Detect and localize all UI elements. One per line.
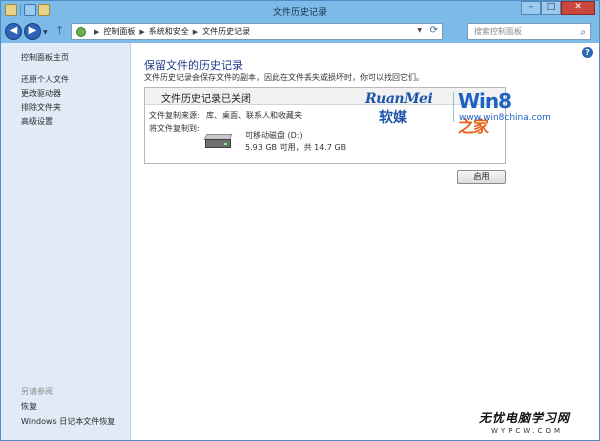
drive-free-space: 5.93 GB 可用，共 14.7 GB (245, 143, 347, 152)
ruanmei-win8-watermark: RuanMei 软媒 Win8之家 www.win8china.com (365, 89, 551, 136)
site-watermark-logo: 无忧电脑学习网 WYPCW.COM (475, 409, 599, 439)
search-icon[interactable]: ⌕ (580, 25, 586, 40)
sidebar-item-restore-files[interactable]: 还原个人文件 (21, 74, 69, 85)
up-arrow-icon[interactable]: ↑ (55, 25, 64, 37)
close-button[interactable]: ✕ (561, 1, 595, 15)
sidebar-item-exclude-folders[interactable]: 排除文件夹 (21, 102, 61, 113)
enable-button[interactable]: 启用 (457, 170, 506, 184)
watermark-url: www.win8china.com (459, 113, 551, 123)
sidebar-item-change-drive[interactable]: 更改驱动器 (21, 88, 61, 99)
file-history-status-panel: 文件历史记录已关闭 文件复制来源: 库、桌面、联系人和收藏夹 将文件复制到: 可… (144, 87, 551, 164)
watermark-brand-cn: 软媒 (379, 110, 407, 126)
navigation-bar: ◀ ▶ ▼ ↑ ▶ 控制面板 ▶ 系统和安全 ▶ 文件历史记录 ▼ ⟳ 搜索控制… (1, 21, 599, 43)
sidebar: 控制面板主页 还原个人文件 更改驱动器 排除文件夹 高级设置 另请参阅 恢复 W… (1, 43, 131, 440)
breadcrumb-control-panel[interactable]: 控制面板 (103, 26, 135, 37)
window-controls: – □ ✕ (521, 1, 595, 15)
watermark-brand-en: RuanMei (365, 91, 433, 107)
window-title: 文件历史记录 (272, 8, 327, 18)
breadcrumb-separator: ▶ (94, 27, 100, 36)
sidebar-item-advanced-settings[interactable]: 高级设置 (21, 116, 53, 127)
source-value: 库、桌面、联系人和收藏夹 (206, 111, 302, 120)
drive-name: 可移动磁盘 (D:) (245, 131, 303, 140)
destination-label: 将文件复制到: (149, 124, 200, 133)
status-title: 文件历史记录已关闭 (161, 94, 251, 105)
title-bar[interactable]: 文件历史记录 – □ ✕ (1, 1, 599, 21)
page-title: 保留文件的历史记录 (144, 59, 243, 72)
control-panel-icon (76, 26, 86, 37)
sidebar-item-windows-journal-recovery[interactable]: Windows 日记本文件恢复 (21, 416, 115, 427)
sidebar-item-recovery[interactable]: 恢复 (21, 401, 37, 412)
search-placeholder: 搜索控制面板 (474, 27, 522, 36)
sidebar-item-control-panel-home[interactable]: 控制面板主页 (21, 52, 69, 63)
recent-pages-chevron-icon[interactable]: ▼ (43, 29, 48, 36)
source-label: 文件复制来源: (149, 111, 200, 120)
breadcrumb-separator: ▶ (192, 27, 199, 36)
help-icon[interactable]: ? (582, 47, 593, 58)
forward-arrow-icon[interactable]: ▶ (24, 23, 41, 40)
file-history-window: 文件历史记录 – □ ✕ ◀ ▶ ▼ ↑ ▶ 控制面板 ▶ 系统和安全 ▶ 文件… (0, 0, 600, 441)
breadcrumb-file-history[interactable]: 文件历史记录 (202, 26, 250, 37)
breadcrumb-separator: ▶ (139, 27, 145, 36)
maximize-button[interactable]: □ (541, 1, 561, 15)
main-content: ? 保留文件的历史记录 文件历史记录会保存文件的副本，因此在文件丢失或损坏时，你… (131, 43, 599, 440)
address-bar[interactable]: ▶ 控制面板 ▶ 系统和安全 ▶ 文件历史记录 ▼ ⟳ (71, 23, 443, 40)
see-also-heading: 另请参阅 (21, 387, 53, 396)
removable-drive-icon (203, 134, 233, 150)
back-arrow-icon[interactable]: ◀ (5, 23, 22, 40)
minimize-button[interactable]: – (521, 1, 541, 15)
search-input[interactable]: 搜索控制面板 ⌕ (467, 23, 591, 40)
watermark-product-name: Win8 (458, 89, 512, 113)
address-dropdown-chevron-icon[interactable]: ▼ (417, 27, 422, 34)
site-logo-cn: 无忧电脑学习网 (479, 411, 571, 425)
breadcrumb-system-security[interactable]: 系统和安全 (149, 26, 189, 37)
watermark-divider (453, 92, 454, 122)
refresh-icon[interactable]: ⟳ (430, 25, 438, 36)
page-description: 文件历史记录会保存文件的副本，因此在文件丢失或损坏时，你可以找回它们。 (144, 73, 424, 82)
site-logo-en: WYPCW.COM (491, 427, 564, 435)
